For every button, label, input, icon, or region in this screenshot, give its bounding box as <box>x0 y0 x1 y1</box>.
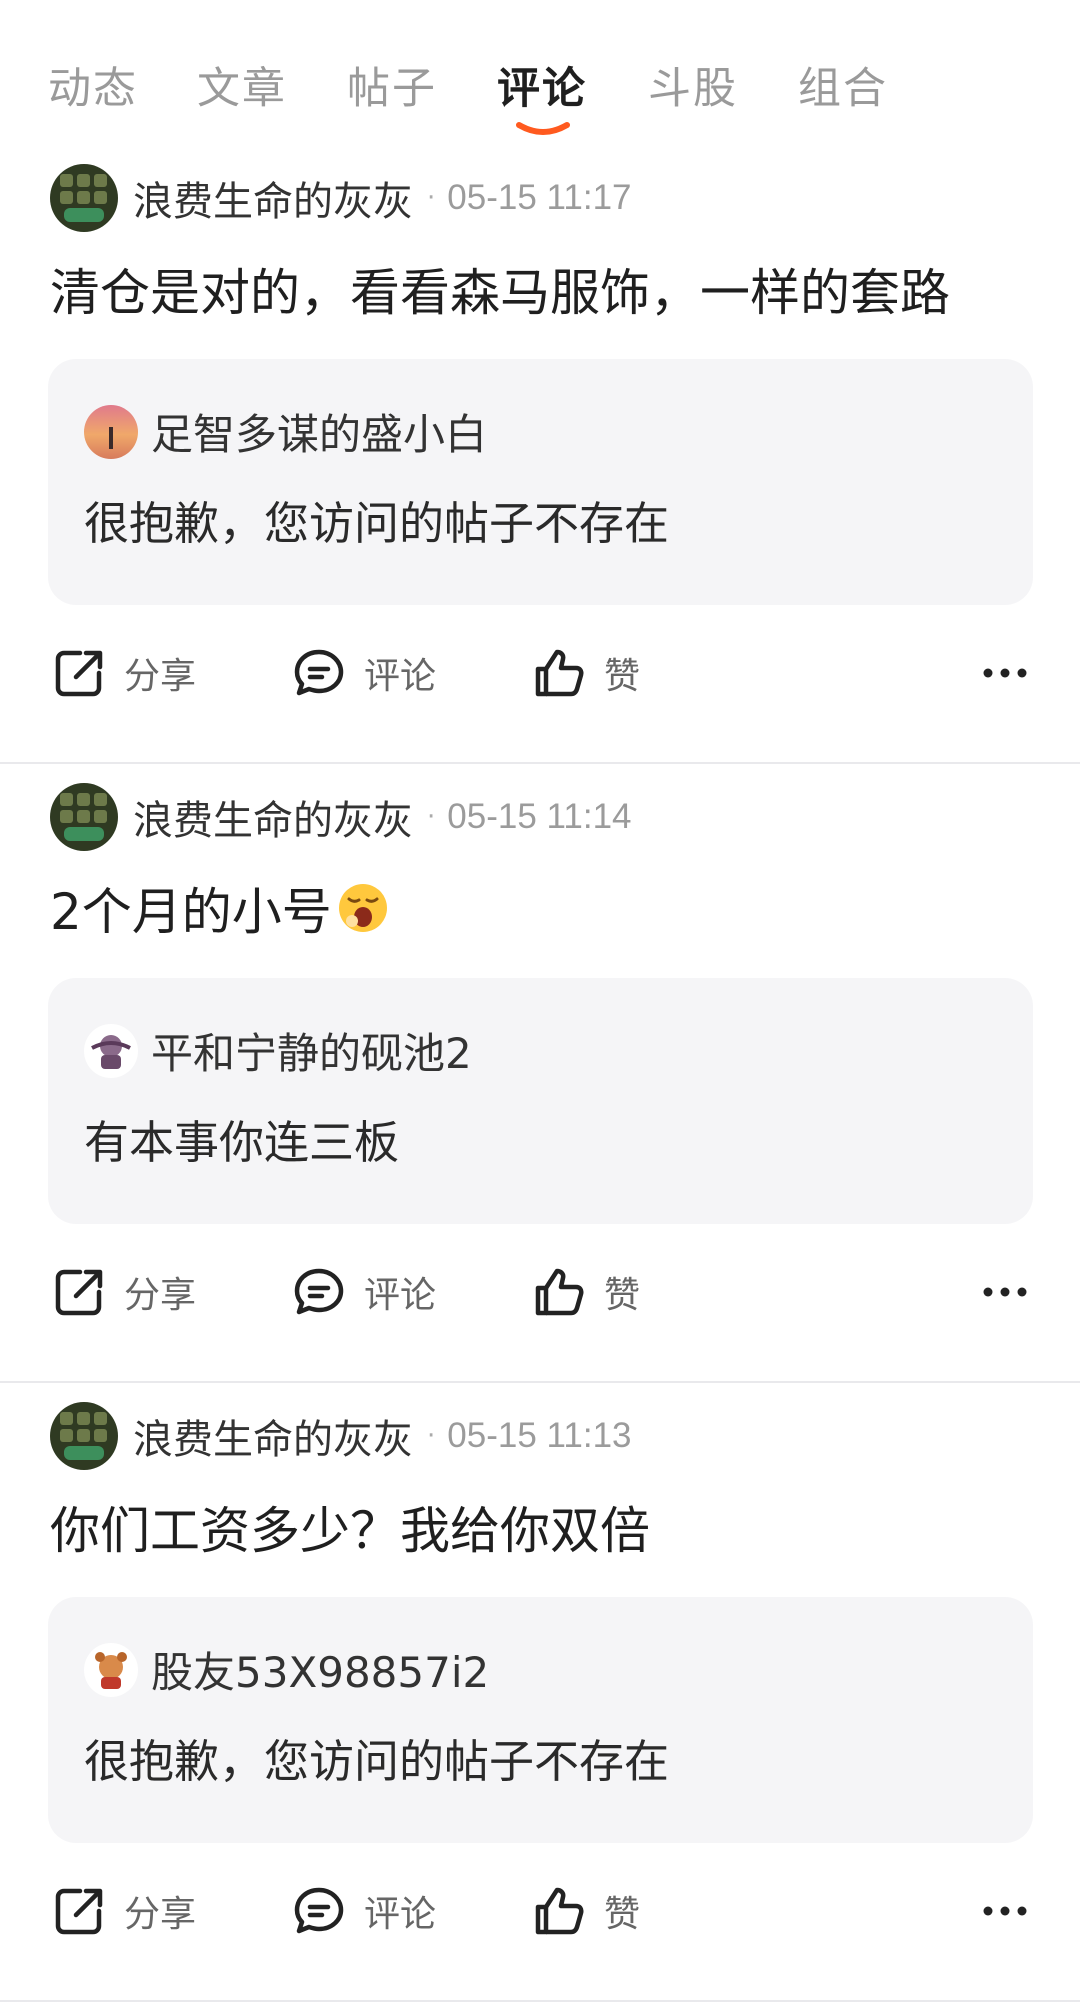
author-name[interactable]: 浪费生命的灰灰 <box>133 1407 413 1465</box>
tab-posts[interactable]: 帖子 <box>347 54 437 116</box>
author-name[interactable]: 浪费生命的灰灰 <box>133 169 413 227</box>
separator-dot: · <box>427 802 436 832</box>
quoted-post[interactable]: 股友53X98857i2 很抱歉，您访问的帖子不存在 <box>48 1597 1033 1843</box>
comment-time: 05-15 11:17 <box>447 178 632 217</box>
comment-card[interactable]: 浪费生命的灰灰 · 05-15 11:13 你们工资多少？我给你双倍 股友53X… <box>0 1383 1080 2002</box>
comment-button[interactable]: 评论 <box>290 633 436 713</box>
more-options-icon[interactable] <box>980 653 1030 693</box>
comment-time: 05-15 11:13 <box>447 1416 632 1455</box>
comment-button[interactable]: 评论 <box>290 1871 436 1951</box>
active-tab-indicator <box>516 122 570 135</box>
quoted-author-name[interactable]: 足智多谋的盛小白 <box>151 401 487 462</box>
quoted-author-name[interactable]: 平和宁静的砚池2 <box>151 1020 472 1081</box>
quoted-author-name[interactable]: 股友53X98857i2 <box>151 1639 489 1700</box>
quoted-author-avatar[interactable] <box>84 1023 138 1078</box>
share-icon <box>55 1888 103 1935</box>
comment-button[interactable]: 评论 <box>290 1252 436 1332</box>
author-avatar[interactable] <box>50 164 118 232</box>
tab-articles[interactable]: 文章 <box>197 54 287 116</box>
profile-tab-bar: 动态 文章 帖子 评论 斗股 组合 <box>0 0 1080 145</box>
share-button[interactable]: 分享 <box>50 633 196 713</box>
comment-header: 浪费生命的灰灰 · 05-15 11:17 <box>50 163 632 233</box>
comment-icon <box>294 1887 344 1934</box>
comment-feed: 浪费生命的灰灰 · 05-15 11:17 清仓是对的，看看森马服饰，一样的套路… <box>0 145 1080 2002</box>
thumbs-up-icon <box>535 1887 584 1935</box>
quoted-text: 很抱歉，您访问的帖子不存在 <box>84 1735 670 1788</box>
comment-text[interactable]: 清仓是对的，看看森马服饰，一样的套路 <box>50 253 950 325</box>
author-name[interactable]: 浪费生命的灰灰 <box>133 788 413 846</box>
separator-dot: · <box>427 1421 436 1451</box>
more-options-icon[interactable] <box>980 1272 1030 1312</box>
thumbs-up-icon <box>535 1268 584 1316</box>
comment-card[interactable]: 浪费生命的灰灰 · 05-15 11:14 2个月的小号 平和宁静的砚池2 有本… <box>0 764 1080 1383</box>
comment-header: 浪费生命的灰灰 · 05-15 11:13 <box>50 1401 632 1471</box>
share-button[interactable]: 分享 <box>50 1871 196 1951</box>
action-bar: 分享 评论 赞 <box>0 1252 1080 1332</box>
share-button[interactable]: 分享 <box>50 1252 196 1332</box>
quoted-text: 有本事你连三板 <box>84 1116 400 1169</box>
more-options-icon[interactable] <box>980 1891 1030 1931</box>
author-avatar[interactable] <box>50 783 118 851</box>
separator-dot: · <box>427 183 436 213</box>
tab-comments[interactable]: 评论 <box>497 54 587 116</box>
action-bar: 分享 评论 赞 <box>0 1871 1080 1951</box>
quoted-text: 很抱歉，您访问的帖子不存在 <box>84 497 670 550</box>
comment-header: 浪费生命的灰灰 · 05-15 11:14 <box>50 782 632 852</box>
like-button[interactable]: 赞 <box>530 633 640 713</box>
comment-text[interactable]: 2个月的小号 <box>50 872 390 944</box>
tab-portfolio[interactable]: 组合 <box>798 54 888 116</box>
author-avatar[interactable] <box>50 1402 118 1470</box>
comment-icon <box>294 1268 344 1315</box>
thumbs-up-icon <box>535 649 584 697</box>
comment-time: 05-15 11:14 <box>447 797 632 836</box>
quoted-author-avatar[interactable] <box>84 1642 138 1697</box>
share-icon <box>55 650 103 697</box>
like-button[interactable]: 赞 <box>530 1871 640 1951</box>
yawning-face-icon <box>338 884 387 932</box>
action-bar: 分享 评论 赞 <box>0 633 1080 713</box>
share-icon <box>55 1269 103 1316</box>
quoted-post[interactable]: 足智多谋的盛小白 很抱歉，您访问的帖子不存在 <box>48 359 1033 605</box>
comment-text[interactable]: 你们工资多少？我给你双倍 <box>50 1491 650 1563</box>
quoted-author-avatar[interactable] <box>84 404 138 459</box>
quoted-post[interactable]: 平和宁静的砚池2 有本事你连三板 <box>48 978 1033 1224</box>
tab-stock-battle[interactable]: 斗股 <box>648 54 738 116</box>
comment-card[interactable]: 浪费生命的灰灰 · 05-15 11:17 清仓是对的，看看森马服饰，一样的套路… <box>0 145 1080 764</box>
like-button[interactable]: 赞 <box>530 1252 640 1332</box>
tab-dynamics[interactable]: 动态 <box>48 54 138 116</box>
comment-icon <box>294 649 344 696</box>
